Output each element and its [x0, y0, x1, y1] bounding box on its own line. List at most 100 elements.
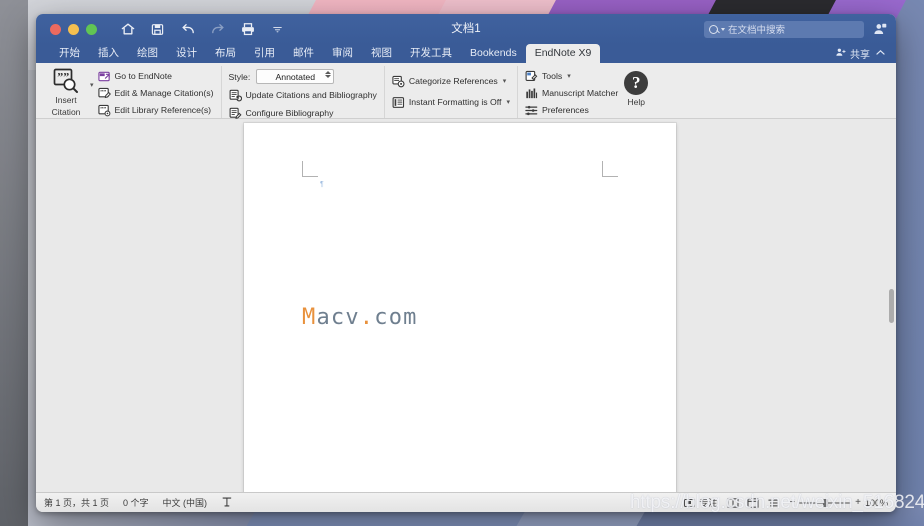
search-placeholder: 在文档中搜索 — [728, 25, 786, 36]
categorize-references-dropdown-icon[interactable]: ▾ — [503, 77, 507, 85]
manuscript-matcher-label: Manuscript Matcher — [541, 88, 619, 98]
vertical-scrollbar[interactable] — [889, 289, 894, 323]
outline-icon[interactable] — [767, 498, 779, 508]
configure-bibliography-label: Configure Bibliography — [245, 108, 334, 118]
customize-qat-icon[interactable] — [269, 21, 286, 38]
word-window: 文档1 在文档中搜索 开始 插入 绘图 设计 布局 引用 邮件 审阅 视图 开发… — [36, 14, 896, 512]
manuscript-matcher-icon — [525, 87, 538, 100]
edit-library-reference-icon: ”” — [97, 104, 111, 117]
insert-citation-button[interactable]: ”” Insert Citation — [43, 66, 89, 117]
search-input[interactable]: 在文档中搜索 — [704, 20, 864, 38]
search-options-caret-icon[interactable] — [721, 27, 725, 31]
insert-citation-icon: ”” — [53, 68, 79, 94]
chevron-up-icon[interactable] — [875, 47, 886, 61]
language-indicator[interactable]: 中文 (中国) — [163, 496, 208, 509]
zoom-in-icon[interactable]: + — [855, 497, 861, 508]
window-controls[interactable] — [50, 23, 97, 35]
instant-formatting-button[interactable]: Instant Formatting is Off ▾ — [392, 95, 510, 109]
home-icon[interactable] — [119, 21, 136, 38]
tools-dropdown-icon[interactable]: ▾ — [567, 72, 571, 80]
help-label: Help — [627, 97, 645, 107]
go-to-endnote-label: Go to EndNote — [114, 71, 172, 81]
tools-button[interactable]: Tools ▾ — [525, 69, 618, 83]
tab-review[interactable]: 审阅 — [323, 44, 362, 63]
edit-library-reference-button[interactable]: ”” Edit Library Reference(s) — [97, 103, 214, 117]
zoom-slider[interactable]: − + 100% — [789, 497, 888, 508]
ribbon-tab-bar[interactable]: 开始 插入 绘图 设计 布局 引用 邮件 审阅 视图 开发工具 Bookends… — [36, 44, 896, 63]
body-text-part-4: com — [374, 305, 418, 330]
tab-layout[interactable]: 布局 — [206, 44, 245, 63]
ribbon-group-bibliography: Style: Annotated Update Citations and Bi… — [220, 66, 384, 120]
print-icon[interactable] — [239, 21, 256, 38]
preferences-label: Preferences — [541, 105, 589, 115]
edit-manage-citations-button[interactable]: ”” Edit & Manage Citation(s) — [97, 86, 214, 100]
search-icon — [709, 24, 718, 34]
manuscript-matcher-button[interactable]: Manuscript Matcher — [525, 86, 618, 100]
save-icon[interactable] — [149, 21, 166, 38]
page-info: 第 1 页，共 1 页 — [44, 498, 110, 508]
instant-formatting-dropdown-icon[interactable]: ▾ — [506, 98, 510, 106]
view-buttons[interactable] — [727, 497, 779, 508]
go-to-endnote-button[interactable]: Go to EndNote — [97, 69, 214, 83]
minimize-button[interactable] — [68, 23, 79, 35]
configure-bibliography-button[interactable]: Configure Bibliography — [229, 106, 377, 120]
update-bibliography-button[interactable]: Update Citations and Bibliography — [229, 88, 377, 102]
preferences-icon — [525, 104, 538, 117]
preferences-button[interactable]: Preferences — [525, 103, 618, 117]
top-right-margin-mark-icon — [602, 161, 618, 177]
style-stepper-icon[interactable] — [325, 71, 332, 78]
share-person-icon — [835, 47, 847, 61]
ribbon-group-tools: Tools ▾ Manuscript Matcher Preferences ?… — [516, 66, 661, 118]
zoom-knob[interactable] — [823, 498, 829, 507]
categorize-references-button[interactable]: Categorize References ▾ — [392, 74, 510, 88]
document-canvas[interactable]: ¶ Macv.com — [36, 119, 896, 492]
document-body-text[interactable]: Macv.com — [302, 305, 418, 330]
paragraph-mark: ¶ — [320, 181, 324, 188]
tab-draw[interactable]: 绘图 — [128, 44, 167, 63]
tools-icon — [525, 70, 538, 83]
edit-library-reference-label: Edit Library Reference(s) — [114, 105, 212, 115]
top-left-margin-mark-icon — [302, 161, 318, 177]
go-to-endnote-icon — [97, 70, 111, 83]
update-bibliography-icon — [229, 89, 242, 102]
help-button[interactable]: ? Help — [618, 66, 654, 107]
close-button[interactable] — [50, 23, 61, 35]
proofing-icon[interactable] — [221, 496, 233, 510]
tab-bookends[interactable]: Bookends — [461, 44, 526, 63]
zoom-out-icon[interactable]: − — [789, 497, 795, 508]
insert-citation-label-line1: Insert — [55, 95, 77, 105]
quick-access-toolbar[interactable] — [119, 21, 286, 38]
zoom-track[interactable] — [799, 498, 852, 507]
instant-formatting-label: Instant Formatting is Off — [408, 97, 502, 107]
edit-manage-citations-icon: ”” — [97, 87, 111, 100]
tab-mailings[interactable]: 邮件 — [284, 44, 323, 63]
undo-icon[interactable] — [179, 21, 196, 38]
instant-formatting-icon — [392, 96, 405, 109]
tab-design[interactable]: 设计 — [167, 44, 206, 63]
tab-developer[interactable]: 开发工具 — [401, 44, 461, 63]
tab-endnote-x9[interactable]: EndNote X9 — [525, 44, 601, 63]
tab-references[interactable]: 引用 — [245, 44, 284, 63]
maximize-button[interactable] — [86, 23, 97, 35]
update-bibliography-label: Update Citations and Bibliography — [245, 90, 377, 100]
tab-view[interactable]: 视图 — [362, 44, 401, 63]
focus-mode-button[interactable]: 专注 — [684, 496, 717, 509]
style-select[interactable]: Annotated — [256, 69, 335, 84]
help-icon: ? — [624, 71, 649, 95]
style-row: Style: Annotated — [229, 69, 377, 84]
tab-start[interactable]: 开始 — [50, 44, 89, 63]
insert-citation-label-line2: Citation — [51, 106, 81, 117]
document-page[interactable]: ¶ Macv.com — [244, 123, 676, 492]
print-layout-icon[interactable] — [727, 497, 739, 508]
ribbon-group-formatting: Categorize References ▾ Instant Formatti… — [383, 66, 517, 118]
insert-citation-dropdown-icon[interactable]: ▾ — [90, 81, 94, 89]
web-layout-icon[interactable] — [747, 497, 759, 508]
wallpaper-edge-left — [0, 0, 28, 526]
redo-icon[interactable] — [209, 21, 226, 38]
share-label: 共享 — [850, 50, 870, 61]
share-button[interactable]: 共享 — [835, 46, 870, 61]
tab-insert[interactable]: 插入 — [89, 44, 128, 63]
zoom-level[interactable]: 100% — [865, 498, 888, 508]
word-count[interactable]: 0 个字 — [123, 496, 149, 509]
account-icon[interactable] — [872, 22, 888, 37]
